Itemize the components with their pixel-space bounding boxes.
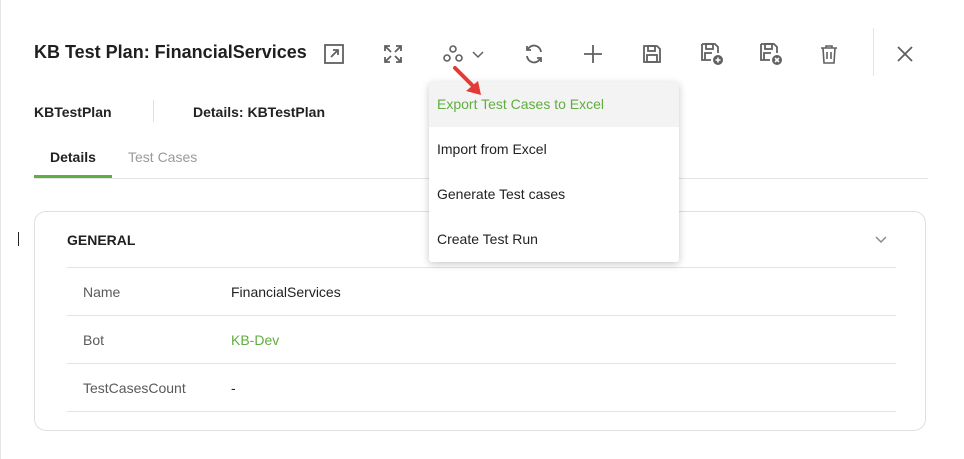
save-and-new-icon bbox=[701, 43, 723, 65]
row-divider bbox=[67, 315, 896, 316]
refresh-icon bbox=[526, 44, 542, 64]
chevron-down-icon bbox=[875, 236, 887, 244]
row-divider bbox=[67, 411, 896, 412]
collapse-section-button[interactable] bbox=[872, 231, 890, 254]
row-divider bbox=[67, 267, 896, 268]
save-and-close-button[interactable] bbox=[756, 38, 786, 70]
bot-label: Bot bbox=[83, 332, 105, 348]
open-external-icon bbox=[324, 44, 344, 64]
save-and-close-icon bbox=[760, 43, 782, 65]
text-cursor bbox=[18, 232, 19, 246]
page-title: KB Test Plan: FinancialServices bbox=[34, 42, 307, 62]
delete-button[interactable] bbox=[815, 38, 843, 70]
breadcrumb-divider bbox=[153, 100, 154, 122]
menu-item-generate-test-cases[interactable]: Generate Test cases bbox=[429, 172, 679, 217]
tab-details[interactable]: Details bbox=[50, 149, 96, 165]
testcasescount-value: - bbox=[231, 380, 236, 396]
name-value: FinancialServices bbox=[231, 284, 341, 300]
general-section-title: GENERAL bbox=[67, 232, 136, 248]
save-and-new-button[interactable] bbox=[697, 38, 727, 70]
annotation-arrow-icon bbox=[453, 66, 481, 95]
expand-button[interactable] bbox=[379, 38, 407, 70]
tab-test-cases[interactable]: Test Cases bbox=[128, 149, 197, 165]
close-icon bbox=[897, 46, 913, 62]
menu-item-import-from-excel[interactable]: Import from Excel bbox=[429, 127, 679, 172]
testcasescount-label: TestCasesCount bbox=[83, 380, 186, 396]
chevron-down-icon bbox=[472, 51, 484, 59]
left-edge-divider bbox=[0, 0, 1, 459]
row-divider bbox=[67, 363, 896, 364]
save-icon bbox=[643, 45, 661, 63]
breadcrumb-root[interactable]: KBTestPlan bbox=[34, 104, 112, 120]
actions-dropdown-menu: Export Test Cases to Excel Import from E… bbox=[429, 82, 679, 262]
bot-link[interactable]: KB-Dev bbox=[231, 332, 279, 348]
close-button[interactable] bbox=[891, 38, 919, 70]
breadcrumb-details: Details: KBTestPlan bbox=[193, 104, 325, 120]
add-button[interactable] bbox=[579, 38, 607, 70]
open-external-button[interactable] bbox=[320, 38, 348, 70]
toolbar-divider bbox=[873, 28, 874, 76]
save-button[interactable] bbox=[638, 38, 666, 70]
menu-item-create-test-run[interactable]: Create Test Run bbox=[429, 217, 679, 262]
actions-icon bbox=[443, 45, 463, 62]
name-label: Name bbox=[83, 284, 121, 300]
refresh-button[interactable] bbox=[520, 38, 548, 70]
delete-icon bbox=[821, 45, 837, 64]
add-icon bbox=[584, 45, 602, 63]
expand-icon bbox=[384, 45, 402, 63]
active-tab-indicator bbox=[34, 175, 112, 178]
